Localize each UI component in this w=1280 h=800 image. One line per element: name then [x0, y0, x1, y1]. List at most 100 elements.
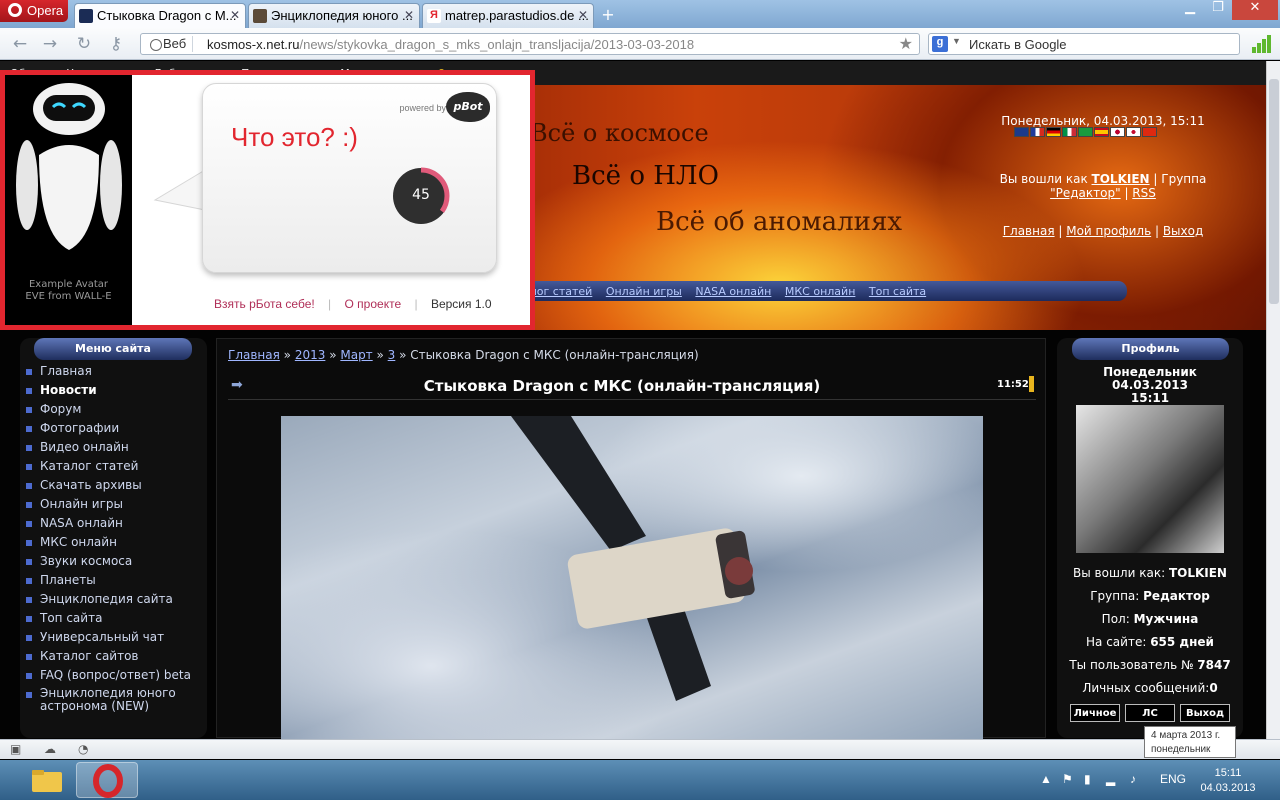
- profile-pm-button[interactable]: ЛС: [1125, 704, 1175, 722]
- tray-arrow-icon[interactable]: ▲: [1040, 772, 1052, 786]
- scrollbar-thumb[interactable]: [1269, 79, 1279, 304]
- new-tab-icon[interactable]: +: [598, 5, 618, 24]
- header-home-link[interactable]: Главная: [1003, 224, 1055, 238]
- article-photo[interactable]: [281, 416, 983, 739]
- tooltip-date: 4 марта 2013 г.: [1151, 730, 1221, 741]
- web-badge[interactable]: Веб: [145, 36, 194, 52]
- speed-dial-icon[interactable]: ◔: [78, 742, 94, 756]
- opera-logo-icon: [8, 3, 22, 17]
- flag-kr-icon[interactable]: [1126, 127, 1141, 137]
- page-scrollbar[interactable]: [1266, 61, 1280, 739]
- left-menu-item[interactable]: Звуки космоса: [26, 554, 191, 573]
- slogan-space: Всё о космосе: [530, 119, 709, 147]
- bookmark-star-icon[interactable]: ★: [899, 34, 913, 54]
- opera-logo-icon: [93, 764, 123, 798]
- flag-br-icon[interactable]: [1078, 127, 1093, 137]
- flag-jp-icon[interactable]: [1110, 127, 1125, 137]
- taskbar-clock[interactable]: 15:11 04.03.2013: [1192, 766, 1264, 796]
- flag-uk-icon[interactable]: [1014, 127, 1029, 137]
- opera-taskbar-button[interactable]: [76, 762, 138, 798]
- left-menu-item[interactable]: NASA онлайн: [26, 516, 191, 535]
- profile-row-value: 7847: [1197, 658, 1231, 672]
- search-box[interactable]: g ▼ Искать в Google: [928, 33, 1240, 55]
- url-path: /news/stykovka_dragon_s_mks_onlajn_trans…: [299, 37, 695, 52]
- left-menu-item[interactable]: Энциклопедия юного астронома (NEW): [26, 687, 176, 719]
- bot-question: Что это? :): [231, 122, 358, 152]
- flag-cn-icon[interactable]: [1142, 127, 1157, 137]
- flag-de-icon[interactable]: [1046, 127, 1061, 137]
- network-icon[interactable]: ▂: [1106, 772, 1115, 786]
- battery-icon[interactable]: ▮: [1084, 772, 1091, 786]
- profile-row: Группа: Редактор: [1057, 589, 1243, 603]
- tab-dragon[interactable]: Стыковка Dragon с М... ✕: [74, 3, 246, 28]
- left-menu-item[interactable]: Онлайн игры: [26, 497, 191, 516]
- left-menu-item[interactable]: Топ сайта: [26, 611, 191, 630]
- signal-icon[interactable]: [1252, 35, 1272, 53]
- left-menu-item[interactable]: Форум: [26, 402, 191, 421]
- tab-encyclopedia[interactable]: Энциклопедия юного ... ✕: [248, 3, 420, 28]
- close-tab-icon[interactable]: ✕: [404, 8, 414, 22]
- reload-icon[interactable]: ↻: [74, 34, 94, 54]
- left-menu-item[interactable]: МКС онлайн: [26, 535, 191, 554]
- flag-it-icon[interactable]: [1062, 127, 1077, 137]
- breadcrumb-day[interactable]: 3: [388, 348, 396, 362]
- left-menu-item[interactable]: Каталог статей: [26, 459, 191, 478]
- breadcrumb-month[interactable]: Март: [340, 348, 372, 362]
- profile-personal-button[interactable]: Личное: [1070, 704, 1120, 722]
- chevron-down-icon[interactable]: ▼: [952, 36, 961, 46]
- top-menu-iss[interactable]: МКС онлайн: [785, 285, 856, 298]
- header-profile-link[interactable]: Мой профиль: [1066, 224, 1151, 238]
- address-bar[interactable]: Веб kosmos-x.net.ru/news/stykovka_dragon…: [140, 33, 920, 55]
- browser-status-bar: ▣ ☁ ◔: [0, 739, 1280, 759]
- left-menu-item[interactable]: Скачать архивы: [26, 478, 191, 497]
- close-window-icon[interactable]: ✕: [1232, 0, 1278, 20]
- key-icon[interactable]: ⚷: [106, 34, 126, 54]
- top-menu-nasa[interactable]: NASA онлайн: [695, 285, 771, 298]
- pbot-logo[interactable]: pBot: [446, 92, 490, 122]
- panel-toggle-icon[interactable]: ▣: [10, 742, 26, 756]
- link-separator: |: [328, 297, 332, 311]
- breadcrumb-home[interactable]: Главная: [228, 348, 280, 362]
- forward-icon[interactable]: →: [40, 34, 60, 54]
- cloud-icon[interactable]: ☁: [44, 742, 60, 756]
- left-menu-item[interactable]: Видео онлайн: [26, 440, 191, 459]
- header-logout-link[interactable]: Выход: [1163, 224, 1203, 238]
- breadcrumb-year[interactable]: 2013: [295, 348, 326, 362]
- left-menu-item[interactable]: Фотографии: [26, 421, 191, 440]
- top-menu-games[interactable]: Онлайн игры: [606, 285, 682, 298]
- flag-es-icon[interactable]: [1094, 127, 1109, 137]
- rss-link[interactable]: RSS: [1132, 186, 1156, 200]
- about-project-link[interactable]: О проекте: [345, 297, 402, 311]
- header-user-link[interactable]: TOLKIEN: [1092, 172, 1150, 186]
- flag-tray-icon[interactable]: ⚑: [1062, 772, 1073, 786]
- explorer-taskbar-button[interactable]: [16, 762, 78, 798]
- url-host: kosmos-x.net.ru: [207, 37, 300, 52]
- dragon-capsule-illustration: [511, 416, 755, 701]
- left-menu-item[interactable]: Каталог сайтов: [26, 649, 191, 668]
- top-menu-top[interactable]: Топ сайта: [869, 285, 926, 298]
- left-menu-item[interactable]: FAQ (вопрос/ответ) beta: [26, 668, 191, 687]
- flag-fr-icon[interactable]: [1030, 127, 1045, 137]
- profile-row-label: Ты пользователь №: [1069, 658, 1194, 672]
- left-menu-item[interactable]: Универсальный чат: [26, 630, 191, 649]
- get-pbot-link[interactable]: Взять рБота себе!: [214, 297, 315, 311]
- minimize-icon[interactable]: ▁: [1176, 0, 1204, 20]
- close-tab-icon[interactable]: ✕: [578, 8, 588, 22]
- avatar[interactable]: [1076, 405, 1224, 553]
- title-divider: [228, 399, 1036, 400]
- close-tab-icon[interactable]: ✕: [230, 8, 240, 22]
- left-menu-item[interactable]: Новости: [26, 383, 191, 402]
- left-menu-item[interactable]: Главная: [26, 364, 191, 383]
- maximize-icon[interactable]: ❐: [1204, 0, 1232, 20]
- back-icon[interactable]: ←: [10, 34, 30, 54]
- tab-matrep[interactable]: Я matrep.parastudios.de ... ✕: [422, 3, 594, 28]
- header-group-link[interactable]: "Редактор": [1050, 186, 1121, 200]
- left-menu-item[interactable]: Энциклопедия сайта: [26, 592, 191, 611]
- opera-menu-button[interactable]: Opera: [0, 0, 68, 22]
- profile-row: На сайте: 655 дней: [1057, 635, 1243, 649]
- left-menu-item[interactable]: Планеты: [26, 573, 191, 592]
- profile-logout-button[interactable]: Выход: [1180, 704, 1230, 722]
- volume-icon[interactable]: ♪: [1130, 772, 1136, 786]
- breadcrumb-current: Стыковка Dragon с МКС (онлайн-трансляция…: [410, 348, 699, 362]
- language-indicator[interactable]: ENG: [1160, 772, 1186, 786]
